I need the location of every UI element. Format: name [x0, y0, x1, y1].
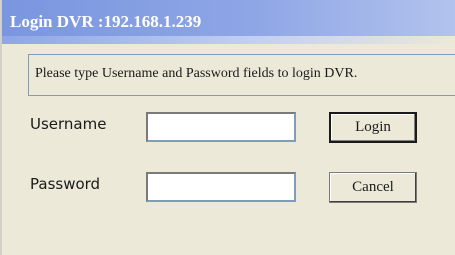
password-input[interactable] — [146, 172, 296, 202]
password-label: Password — [30, 175, 101, 193]
instruction-panel: Please type Username and Password fields… — [28, 54, 455, 96]
window-title: Login DVR :192.168.1.239 — [10, 12, 202, 31]
username-label: Username — [30, 115, 107, 133]
title-bar-fade — [2, 36, 455, 44]
login-dialog: Login DVR :192.168.1.239 Please type Use… — [0, 0, 455, 255]
cancel-button[interactable]: Cancel — [329, 172, 417, 203]
title-bar[interactable]: Login DVR :192.168.1.239 — [2, 0, 455, 36]
instruction-text: Please type Username and Password fields… — [35, 66, 358, 81]
username-input[interactable] — [146, 112, 296, 142]
login-button[interactable]: Login — [329, 112, 417, 143]
